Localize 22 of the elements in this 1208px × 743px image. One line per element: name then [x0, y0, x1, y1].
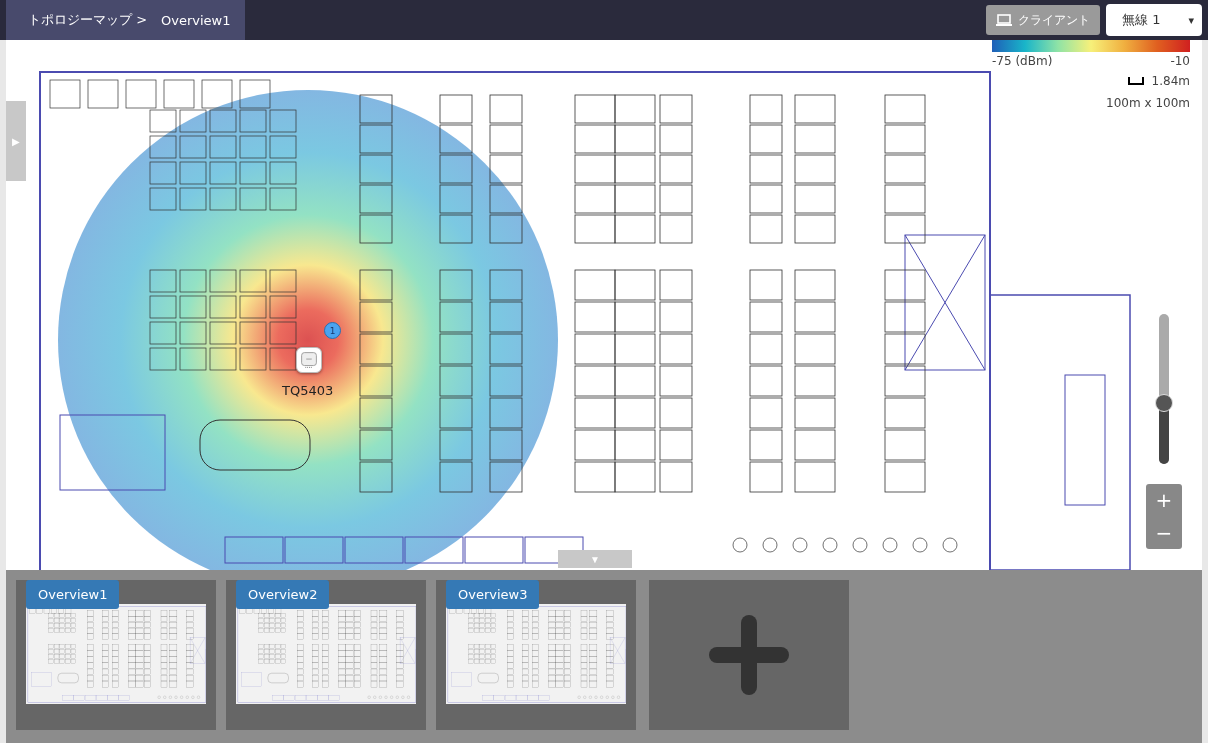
map-card[interactable]: Overview2	[226, 580, 426, 730]
client-button[interactable]: クライアント	[986, 5, 1100, 35]
scale-max-label: -10	[1170, 54, 1190, 68]
laptop-icon	[996, 14, 1012, 26]
zoom-out-button[interactable]: −	[1146, 516, 1182, 549]
radio-select[interactable]: 無線 1 ▾	[1106, 4, 1202, 36]
map-tab[interactable]: Overview1	[26, 580, 120, 609]
map-tab[interactable]: Overview2	[236, 580, 330, 609]
scale-bracket-icon	[1127, 77, 1144, 85]
map-card[interactable]: Overview3	[436, 580, 636, 730]
slider-thumb[interactable]	[1155, 393, 1173, 412]
map-tab[interactable]: Overview3	[446, 580, 540, 609]
map-card[interactable]: Overview1	[16, 580, 216, 730]
access-point-icon[interactable]	[296, 347, 322, 373]
breadcrumb-link[interactable]: トポロジーマップ >	[28, 11, 148, 29]
access-point-name: TQ5403	[282, 383, 334, 398]
breadcrumb-current: Overview1	[161, 12, 231, 28]
scale-length: 1.84m	[1151, 74, 1190, 88]
zoom-in-button[interactable]: +	[1146, 484, 1182, 517]
plus-icon	[709, 615, 789, 695]
scale-min-label: -75 (dBm)	[992, 54, 1053, 68]
map-size: 100m x 100m	[1105, 96, 1190, 110]
